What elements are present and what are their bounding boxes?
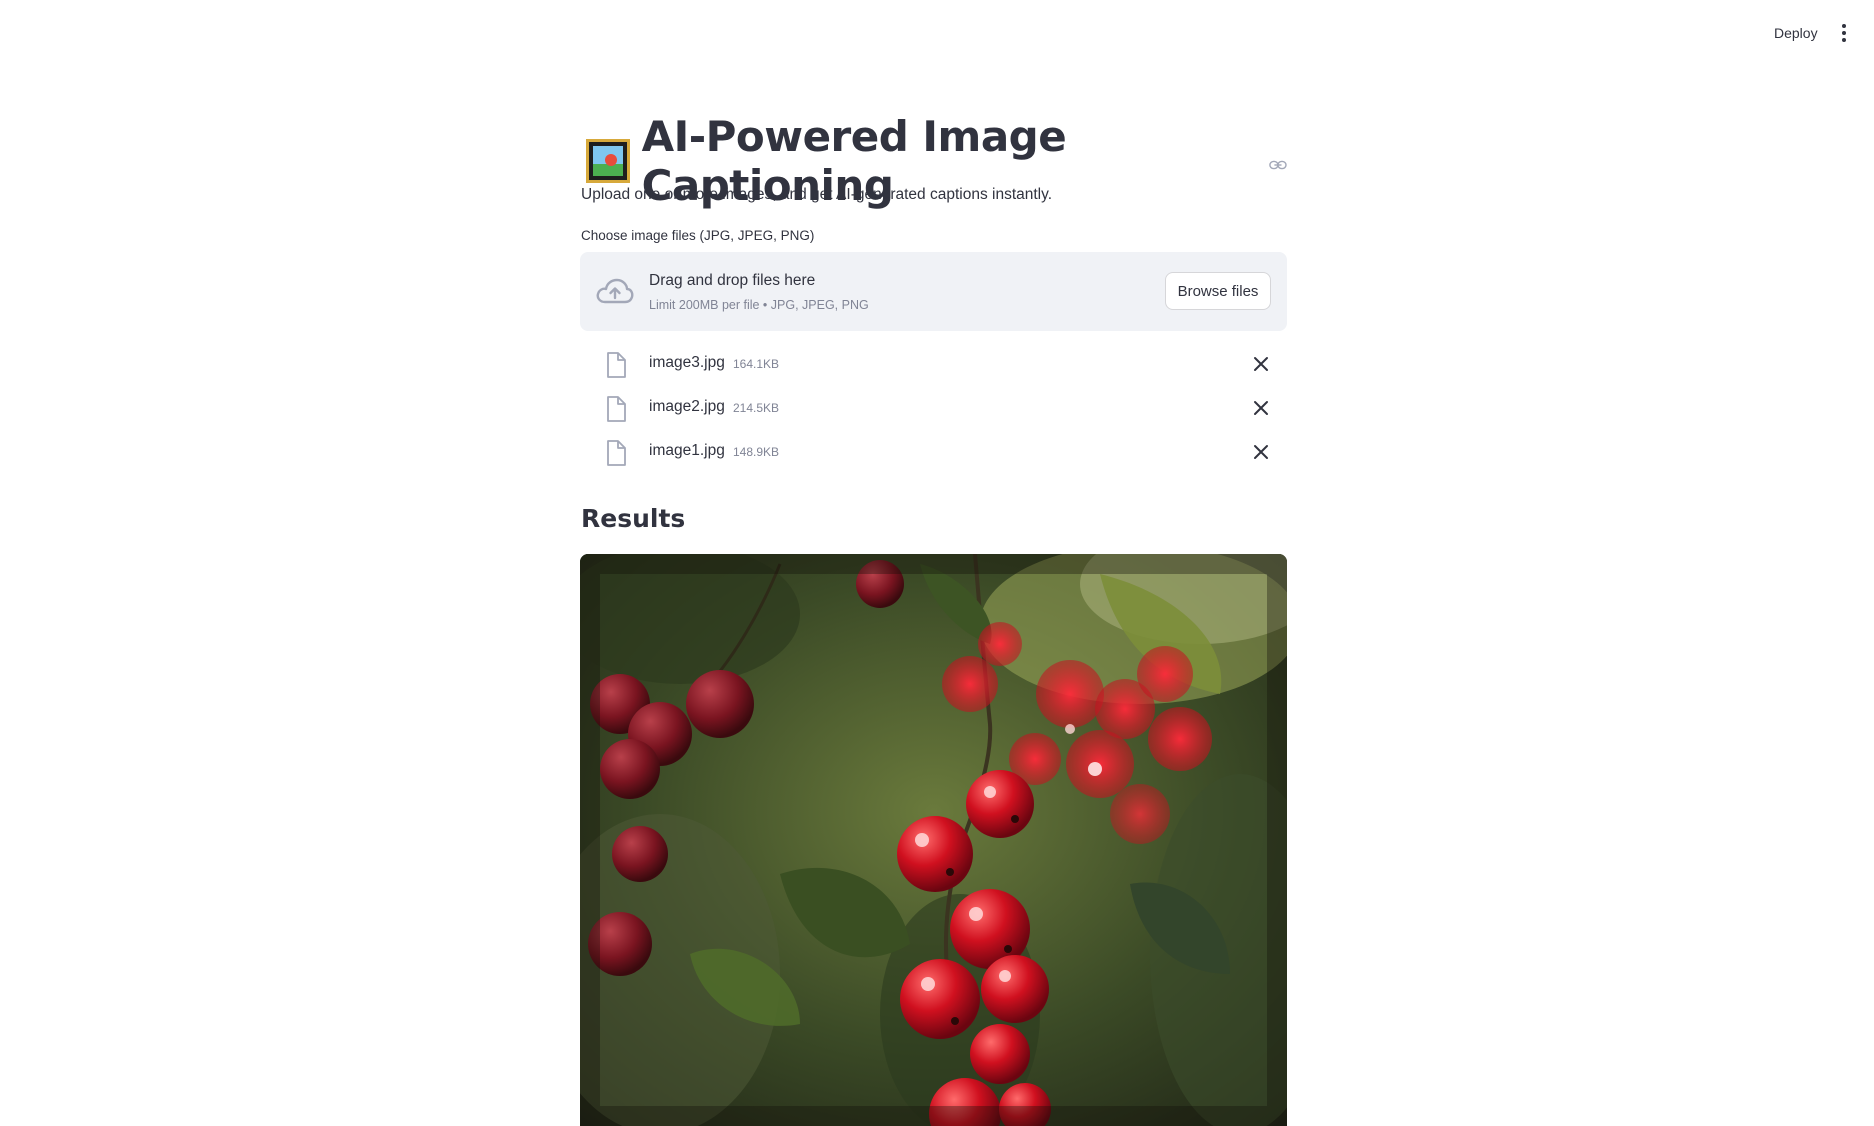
file-item: image3.jpg 164.1KB (580, 346, 1287, 390)
file-name: image3.jpg (649, 354, 725, 371)
results-heading: Results (581, 504, 686, 533)
file-icon (607, 352, 626, 378)
result-image (580, 554, 1287, 1126)
dropzone-title: Drag and drop files here (649, 272, 816, 289)
anchor-link-icon[interactable] (1269, 159, 1287, 171)
page-subtitle: Upload one or more images, and get AI-ge… (581, 186, 1053, 203)
file-name: image2.jpg (649, 398, 725, 415)
dropzone-subtitle: Limit 200MB per file • JPG, JPEG, PNG (649, 298, 869, 312)
file-size: 148.9KB (733, 445, 780, 459)
cloud-upload-icon (596, 278, 634, 304)
remove-file-icon[interactable] (1252, 355, 1270, 373)
file-item: image1.jpg 148.9KB (580, 434, 1287, 478)
remove-file-icon[interactable] (1252, 399, 1270, 417)
remove-file-icon[interactable] (1252, 443, 1270, 461)
framed-picture-icon (586, 139, 630, 183)
file-dropzone[interactable]: Drag and drop files here Limit 200MB per… (580, 252, 1287, 331)
browse-files-button[interactable]: Browse files (1165, 272, 1271, 310)
file-icon (607, 396, 626, 422)
uploader-label: Choose image files (JPG, JPEG, PNG) (581, 228, 815, 243)
file-size: 164.1KB (733, 357, 780, 371)
file-icon (607, 440, 626, 466)
deploy-button[interactable]: Deploy (1764, 20, 1828, 46)
file-name: image1.jpg (649, 442, 725, 459)
file-item: image2.jpg 214.5KB (580, 390, 1287, 434)
red-currants-photo (580, 554, 1287, 1126)
top-toolbar: Deploy (0, 0, 1874, 66)
file-size: 214.5KB (733, 401, 780, 415)
kebab-menu-icon[interactable] (1838, 22, 1850, 44)
uploaded-file-list: image3.jpg 164.1KB image2.jpg 214.5KB im… (580, 346, 1287, 478)
